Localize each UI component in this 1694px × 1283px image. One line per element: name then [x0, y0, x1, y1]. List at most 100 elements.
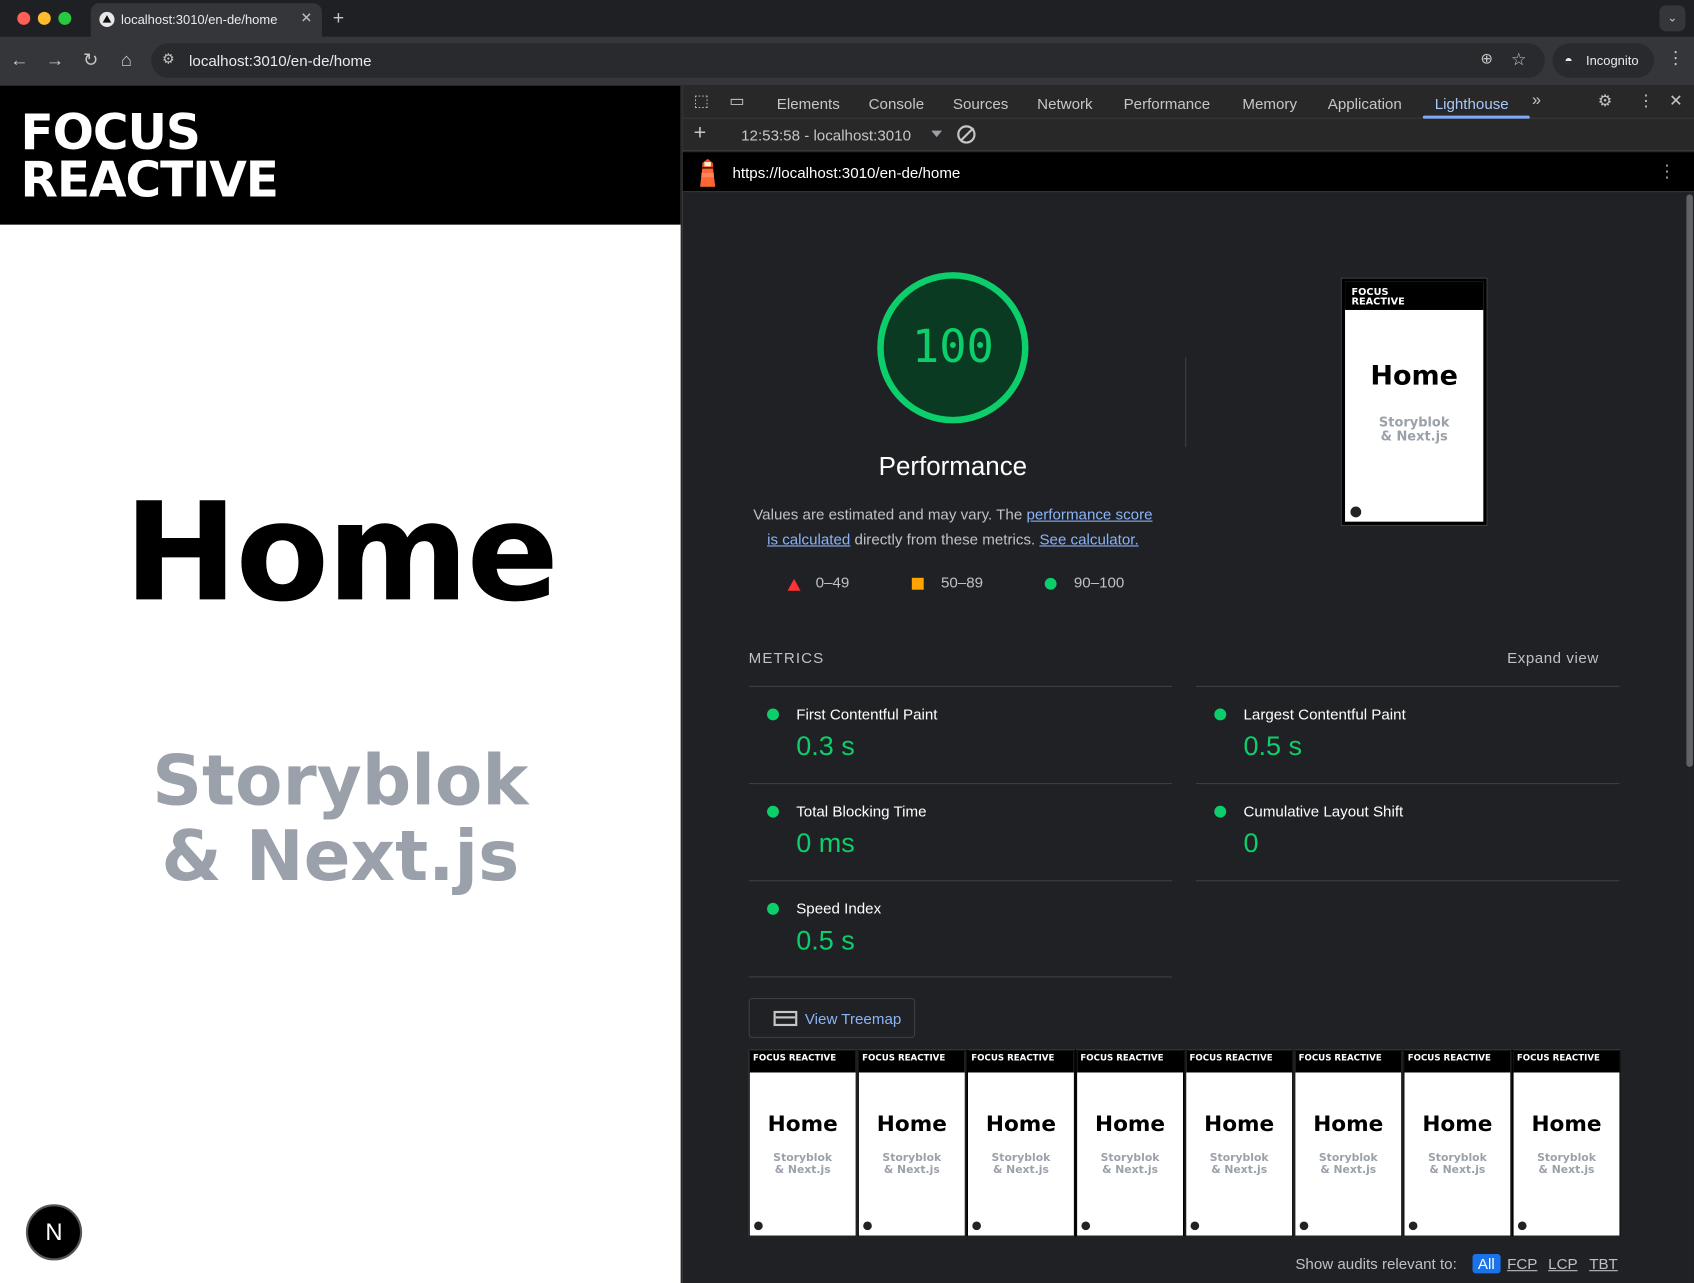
more-tabs-icon[interactable]: »: [1532, 91, 1541, 110]
device-toolbar-icon[interactable]: ▭: [729, 92, 744, 111]
tab-title: localhost:3010/en-de/home: [120, 11, 278, 28]
reload-icon[interactable]: ↻: [80, 50, 102, 72]
legend-pass: 90–100: [1073, 573, 1125, 591]
view-treemap-button[interactable]: View Treemap: [748, 997, 916, 1038]
report-scrollbar[interactable]: [1686, 194, 1693, 767]
metric-value: 0 ms: [796, 828, 855, 859]
report-selector[interactable]: 12:53:58 - localhost:3010: [741, 126, 911, 143]
filmstrip-frame: FOCUS REACTIVE Home Storyblok & Next.js: [1512, 1049, 1621, 1237]
vercel-favicon-icon: [99, 11, 115, 28]
filter-fcp[interactable]: FCP: [1507, 1255, 1537, 1272]
performance-score-gauge[interactable]: 100: [877, 272, 1029, 424]
filter-lcp[interactable]: LCP: [1548, 1255, 1577, 1272]
window-titlebar: localhost:3010/en-de/home ✕ + ⌄: [0, 0, 1694, 37]
pass-circle-icon: [767, 805, 779, 818]
site-header: FOCUS REACTIVE: [0, 85, 681, 225]
treemap-label: View Treemap: [804, 1009, 902, 1028]
report-menu-icon[interactable]: ⋮: [1658, 161, 1675, 183]
frame-subtitle: Storyblok & Next.js: [1514, 1152, 1620, 1176]
metric-name: First Contentful Paint: [796, 705, 938, 723]
page-subtitle: Storyblok & Next.js: [0, 744, 681, 895]
expand-view-toggle[interactable]: Expand view: [1507, 649, 1599, 666]
new-report-icon[interactable]: +: [694, 121, 707, 146]
tab-search-icon[interactable]: ⌄: [1659, 5, 1686, 32]
close-window-button[interactable]: [17, 11, 31, 25]
fail-triangle-icon: [787, 578, 801, 591]
home-icon[interactable]: ⌂: [116, 50, 138, 72]
filmstrip-frame: FOCUS REACTIVE Home Storyblok & Next.js: [1185, 1049, 1294, 1237]
site-settings-icon[interactable]: ⚙: [162, 51, 175, 68]
metric-name: Largest Contentful Paint: [1243, 705, 1406, 723]
legend-fail: 0–49: [815, 573, 850, 591]
frame-sub-1: Storyblok: [1537, 1152, 1596, 1165]
zoom-icon[interactable]: ⊕: [1480, 50, 1493, 68]
incognito-indicator[interactable]: ◓ Incognito: [1552, 43, 1655, 78]
screenshot-badge: [1350, 506, 1362, 518]
tab-lighthouse[interactable]: Lighthouse: [1435, 95, 1509, 112]
legend-average: 50–89: [940, 573, 984, 591]
frame-badge: [1517, 1221, 1527, 1231]
metric-name: Speed Index: [796, 899, 882, 917]
tab-performance[interactable]: Performance: [1124, 95, 1211, 112]
frame-logo: FOCUS REACTIVE: [858, 1050, 965, 1073]
tab-memory[interactable]: Memory: [1242, 95, 1297, 112]
new-tab-icon[interactable]: +: [333, 6, 344, 29]
frame-logo: FOCUS REACTIVE: [749, 1050, 856, 1073]
pass-circle-icon: [1214, 805, 1227, 818]
inspect-element-icon[interactable]: ⬚: [694, 92, 709, 111]
forward-icon[interactable]: →: [44, 50, 66, 72]
screenshot-subtitle: Storyblok & Next.js: [1345, 415, 1483, 444]
maximize-window-button[interactable]: [58, 11, 72, 25]
back-icon[interactable]: ←: [9, 50, 31, 72]
dropdown-caret-icon[interactable]: [931, 130, 943, 138]
frame-logo: FOCUS REACTIVE: [1186, 1050, 1293, 1073]
nextjs-dev-badge[interactable]: N: [25, 1204, 83, 1261]
desc-mid: directly from these metrics.: [850, 530, 1040, 548]
filter-all[interactable]: All: [1472, 1253, 1501, 1274]
metrics-heading: METRICS: [748, 649, 825, 667]
clear-reports-icon[interactable]: [957, 125, 976, 144]
site-logo[interactable]: FOCUS REACTIVE: [21, 108, 279, 204]
frame-title: Home: [1094, 1110, 1166, 1137]
filmstrip-frame: FOCUS REACTIVE Home Storyblok & Next.js: [748, 1049, 857, 1237]
incognito-label: Incognito: [1585, 52, 1639, 69]
frame-logo: FOCUS REACTIVE: [1077, 1050, 1183, 1073]
close-devtools-icon[interactable]: ✕: [1669, 92, 1683, 111]
devtools-menu-icon[interactable]: ⋮: [1638, 92, 1654, 111]
frame-title: Home: [985, 1110, 1056, 1137]
lighthouse-logo-icon: [700, 158, 716, 187]
address-url[interactable]: localhost:3010/en-de/home: [189, 52, 371, 69]
minimize-window-button[interactable]: [37, 11, 51, 25]
browser-menu-icon[interactable]: ⋮: [1667, 48, 1684, 70]
metric-cls: Cumulative Layout Shift 0: [1196, 783, 1619, 880]
final-screenshot[interactable]: FOCUS REACTIVE Home Storyblok & Next.js: [1340, 277, 1488, 526]
frame-sub-2: & Next.js: [1320, 1164, 1377, 1177]
bookmark-star-icon[interactable]: ☆: [1511, 49, 1526, 71]
treemap-icon: [773, 1010, 798, 1027]
address-bar[interactable]: ⚙ localhost:3010/en-de/home ⊕ ☆: [151, 43, 1545, 78]
metric-divider: [748, 976, 1173, 978]
metric-name: Total Blocking Time: [796, 802, 927, 820]
tab-elements[interactable]: Elements: [777, 95, 840, 112]
frame-badge: [863, 1221, 872, 1231]
frame-badge: [1190, 1221, 1200, 1231]
see-calculator-link[interactable]: See calculator.: [1039, 530, 1138, 547]
filmstrip-frame: FOCUS REACTIVE Home Storyblok & Next.js: [1403, 1049, 1512, 1237]
browser-tab[interactable]: localhost:3010/en-de/home ✕: [90, 3, 322, 37]
screenshot-page: FOCUS REACTIVE Home Storyblok & Next.js: [1345, 281, 1484, 522]
frame-sub-1: Storyblok: [991, 1152, 1051, 1165]
screenshot-sub-2: & Next.js: [1380, 428, 1448, 444]
page-viewport: FOCUS REACTIVE Home Storyblok & Next.js …: [0, 85, 681, 1283]
frame-badge: [1081, 1221, 1091, 1231]
filmstrip-frame: FOCUS REACTIVE Home Storyblok & Next.js: [966, 1049, 1075, 1237]
filter-tbt[interactable]: TBT: [1589, 1255, 1618, 1272]
average-square-icon: [911, 577, 924, 590]
settings-gear-icon[interactable]: ⚙: [1598, 92, 1613, 111]
tab-console[interactable]: Console: [869, 95, 925, 112]
tab-sources[interactable]: Sources: [953, 95, 1008, 112]
tab-network[interactable]: Network: [1037, 95, 1092, 112]
screenshot-title: Home: [1370, 359, 1458, 391]
metric-si: Speed Index 0.5 s: [749, 880, 1172, 977]
tab-application[interactable]: Application: [1328, 95, 1402, 112]
close-tab-icon[interactable]: ✕: [300, 10, 312, 27]
